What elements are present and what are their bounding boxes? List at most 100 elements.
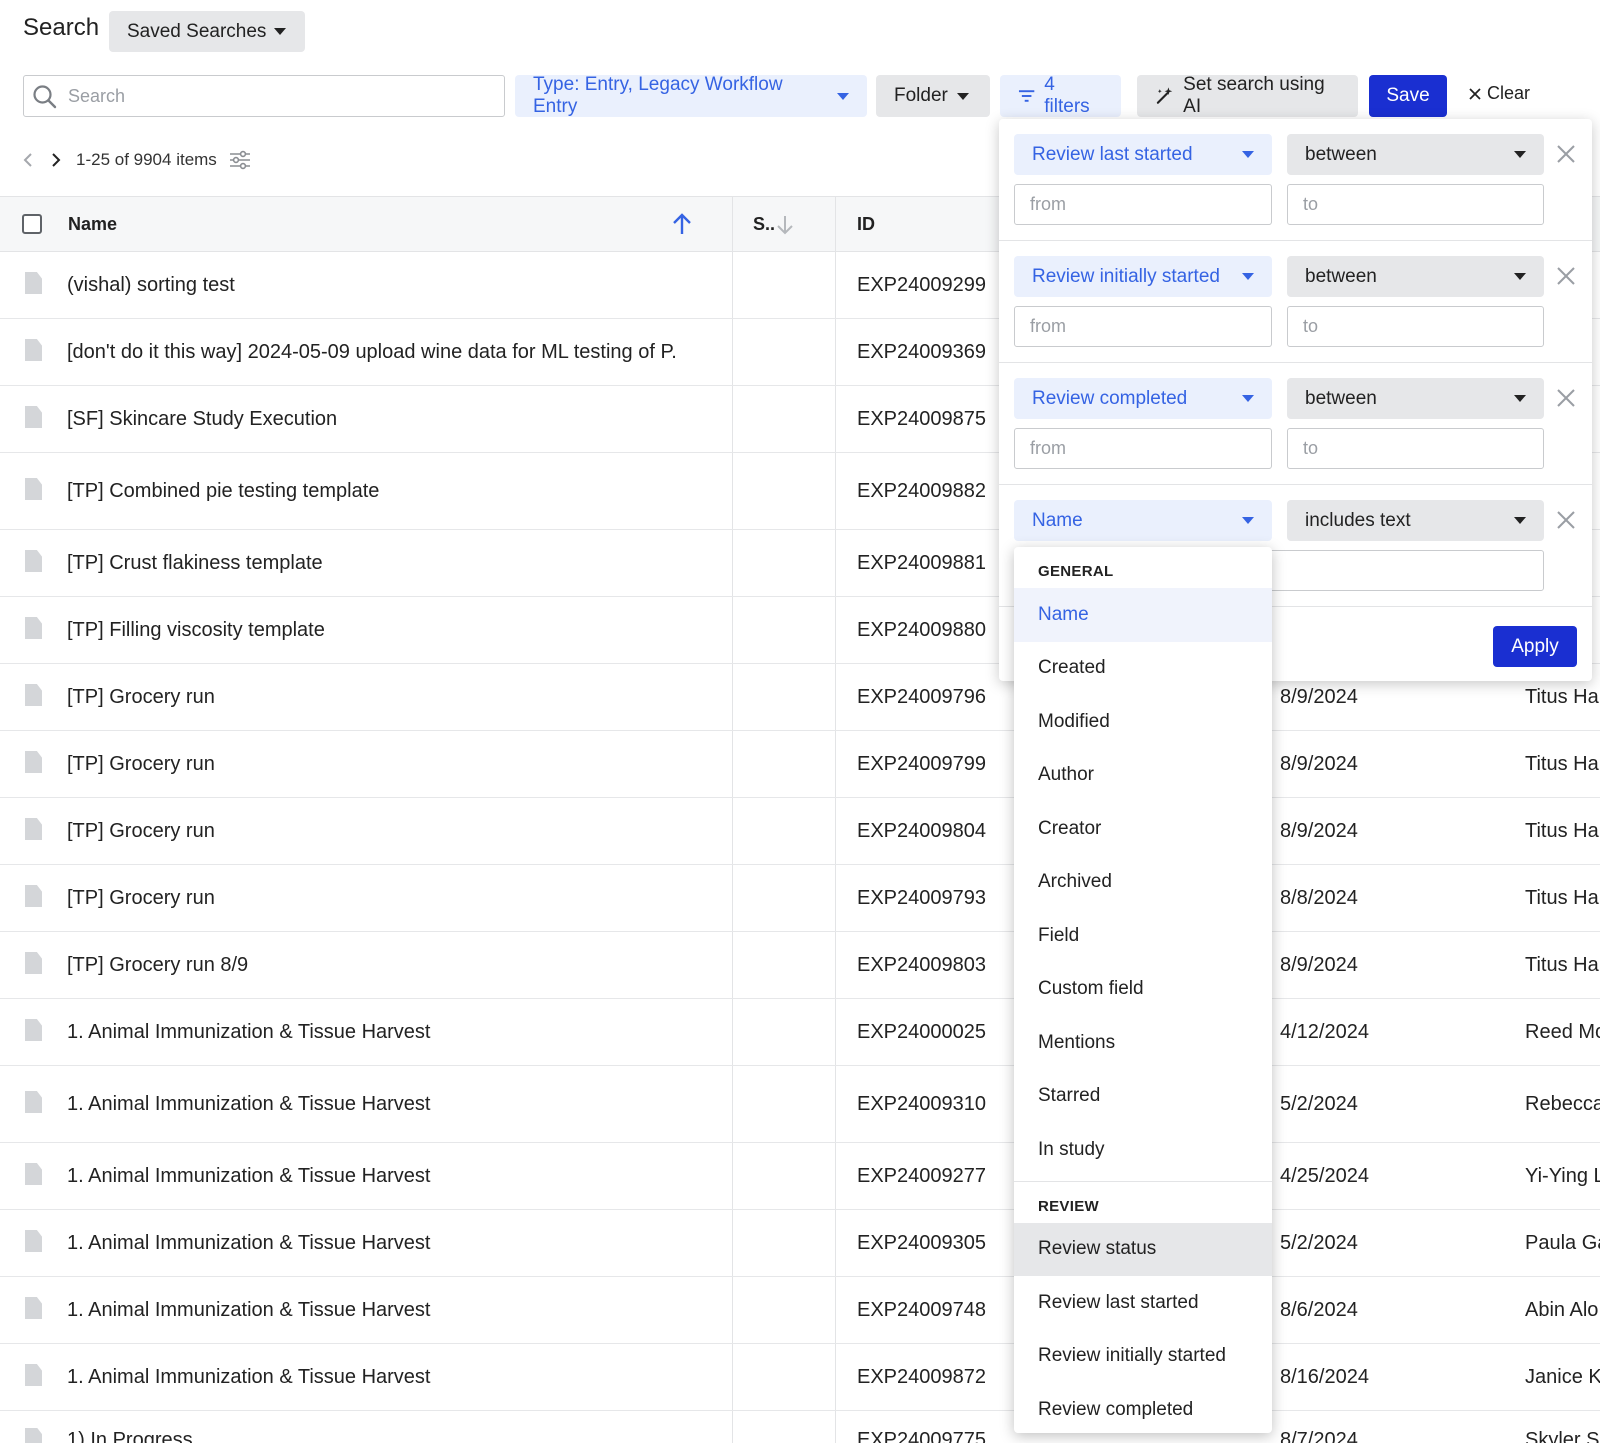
row-id: EXP24009875 [857, 407, 987, 430]
row-name[interactable]: 1. Animal Immunization & Tissue Harvest [67, 1344, 699, 1410]
row-name[interactable]: 1. Animal Immunization & Tissue Harvest [67, 1066, 699, 1142]
column-header-id[interactable]: ID [857, 197, 875, 251]
row-id: EXP24009803 [857, 953, 987, 976]
filter-from-input[interactable]: from [1014, 306, 1272, 347]
dropdown-option[interactable]: Author [1014, 749, 1272, 803]
row-name[interactable]: [TP] Grocery run [67, 731, 699, 797]
search-input[interactable] [68, 82, 488, 110]
row-name[interactable]: [TP] Combined pie testing template [67, 453, 699, 529]
table-row[interactable]: [TP] Grocery run EXP24009799 8/9/2024 Titus… [0, 731, 1600, 798]
dropdown-option[interactable]: Archived [1014, 856, 1272, 910]
document-icon [25, 339, 42, 361]
dropdown-option[interactable]: Review completed [1014, 1383, 1272, 1433]
dropdown-option[interactable]: Name [1014, 588, 1272, 642]
dropdown-section-review: REVIEW [1038, 1197, 1099, 1215]
row-id: EXP24009793 [857, 886, 987, 909]
dropdown-option[interactable]: Modified [1014, 695, 1272, 749]
clear-button[interactable]: Clear [1468, 83, 1530, 104]
table-row[interactable]: 1. Animal Immunization & Tissue Harvest E… [0, 1066, 1600, 1143]
remove-filter-icon[interactable] [1555, 509, 1577, 531]
row-name[interactable]: [TP] Crust flakiness template [67, 530, 699, 596]
row-id: EXP24000025 [857, 1020, 987, 1043]
dropdown-option[interactable]: Starred [1014, 1070, 1272, 1124]
dropdown-section-general: GENERAL [1038, 563, 1114, 580]
table-row[interactable]: 1) In Progress EXP24009775 8/7/2024 Skyler … [0, 1411, 1600, 1443]
row-name[interactable]: [TP] Grocery run [67, 664, 699, 730]
ai-search-label: Set search using AI [1183, 74, 1325, 117]
type-filter-chip[interactable]: Type: Entry, Legacy Workflow Entry [515, 74, 867, 117]
saved-searches-button[interactable]: Saved Searches [109, 11, 305, 52]
table-row[interactable]: [TP] Grocery run EXP24009793 8/8/2024 Titus… [0, 865, 1600, 932]
column-settings-icon[interactable] [229, 150, 251, 170]
remove-filter-icon[interactable] [1555, 143, 1577, 165]
row-name[interactable]: 1. Animal Immunization & Tissue Harvest [67, 999, 699, 1065]
next-page-button[interactable] [48, 151, 64, 169]
dropdown-option[interactable]: Creator [1014, 802, 1272, 856]
row-name[interactable]: 1) In Progress [67, 1411, 699, 1443]
prev-page-button[interactable] [20, 151, 36, 169]
filter-to-input[interactable]: to [1287, 306, 1544, 347]
filter-field-select[interactable]: Review initially started [1014, 256, 1272, 297]
document-icon [25, 406, 42, 428]
remove-filter-icon[interactable] [1555, 265, 1577, 287]
row-author: Titus Ha [1525, 953, 1599, 976]
table-row[interactable]: [TP] Grocery run 8/9 EXP24009803 8/9/2024 T… [0, 932, 1600, 999]
row-name[interactable]: 1. Animal Immunization & Tissue Harvest [67, 1143, 699, 1209]
table-row[interactable]: 1. Animal Immunization & Tissue Harvest E… [0, 999, 1600, 1066]
filter-operator-select[interactable]: between [1287, 134, 1544, 175]
sort-ascending-icon[interactable] [672, 212, 692, 236]
filter-field-select[interactable]: Review last started [1014, 134, 1272, 175]
row-name[interactable]: 1. Animal Immunization & Tissue Harvest [67, 1210, 699, 1276]
document-icon [25, 550, 42, 572]
filter-from-input[interactable]: from [1014, 184, 1272, 225]
search-field[interactable] [23, 75, 505, 117]
row-name[interactable]: [TP] Filling viscosity template [67, 597, 699, 663]
dropdown-option[interactable]: Field [1014, 909, 1272, 963]
table-row[interactable]: 1. Animal Immunization & Tissue Harvest E… [0, 1344, 1600, 1411]
filters-chip[interactable]: 4 filters [1000, 74, 1121, 117]
filter-operator-select[interactable]: includes text [1287, 500, 1544, 541]
table-row[interactable]: 1. Animal Immunization & Tissue Harvest E… [0, 1210, 1600, 1277]
row-name[interactable]: 1. Animal Immunization & Tissue Harvest [67, 1277, 699, 1343]
table-row[interactable]: 1. Animal Immunization & Tissue Harvest E… [0, 1143, 1600, 1210]
filter-field-select[interactable]: Review completed [1014, 378, 1272, 419]
column-header-name[interactable]: Name [68, 197, 117, 251]
table-row[interactable]: [TP] Grocery run EXP24009804 8/9/2024 Titus… [0, 798, 1600, 865]
select-all-checkbox[interactable] [22, 214, 42, 234]
filter-to-input[interactable]: to [1287, 184, 1544, 225]
filters-chip-label: 4 filters [1044, 74, 1090, 117]
row-author: Titus Ha [1525, 886, 1599, 909]
filter-field-select[interactable]: Name [1014, 500, 1272, 541]
search-icon [33, 85, 57, 109]
row-name[interactable]: [TP] Grocery run [67, 865, 699, 931]
ai-search-button[interactable]: Set search using AI [1137, 74, 1358, 117]
row-name[interactable]: [TP] Grocery run 8/9 [67, 932, 699, 998]
dropdown-option[interactable]: Mentions [1014, 1016, 1272, 1070]
filter-operator-select[interactable]: between [1287, 378, 1544, 419]
dropdown-option[interactable]: Review last started [1014, 1276, 1272, 1330]
filter-operator-select[interactable]: between [1287, 256, 1544, 297]
filter-from-input[interactable]: from [1014, 428, 1272, 469]
row-name[interactable]: [SF] Skincare Study Execution [67, 386, 699, 452]
sort-descending-icon[interactable] [776, 214, 794, 236]
dropdown-option[interactable]: Created [1014, 642, 1272, 696]
dropdown-option[interactable]: In study [1014, 1123, 1272, 1177]
close-icon [1469, 87, 1481, 100]
table-row[interactable]: 1. Animal Immunization & Tissue Harvest E… [0, 1277, 1600, 1344]
filter-to-input[interactable]: to [1287, 428, 1544, 469]
column-header-status[interactable]: S.. [753, 197, 775, 251]
dropdown-option[interactable]: Review initially started [1014, 1330, 1272, 1384]
dropdown-option[interactable]: Custom field [1014, 963, 1272, 1017]
caret-down-icon [1242, 151, 1254, 158]
field-dropdown-menu: GENERAL Name Created Modified Author Creator A… [1014, 547, 1272, 1433]
row-name[interactable]: [TP] Grocery run [67, 798, 699, 864]
folder-filter-chip[interactable]: Folder [876, 75, 990, 117]
row-name[interactable]: [don't do it this way] 2024-05-09 upload… [67, 319, 699, 385]
dropdown-option[interactable]: Review status [1014, 1222, 1272, 1276]
apply-button[interactable]: Apply [1493, 626, 1577, 667]
save-button[interactable]: Save [1369, 75, 1447, 117]
document-icon [25, 1297, 42, 1319]
remove-filter-icon[interactable] [1555, 387, 1577, 409]
filter-row: Review last started between from to [999, 119, 1592, 241]
row-name[interactable]: (vishal) sorting test [67, 252, 699, 318]
